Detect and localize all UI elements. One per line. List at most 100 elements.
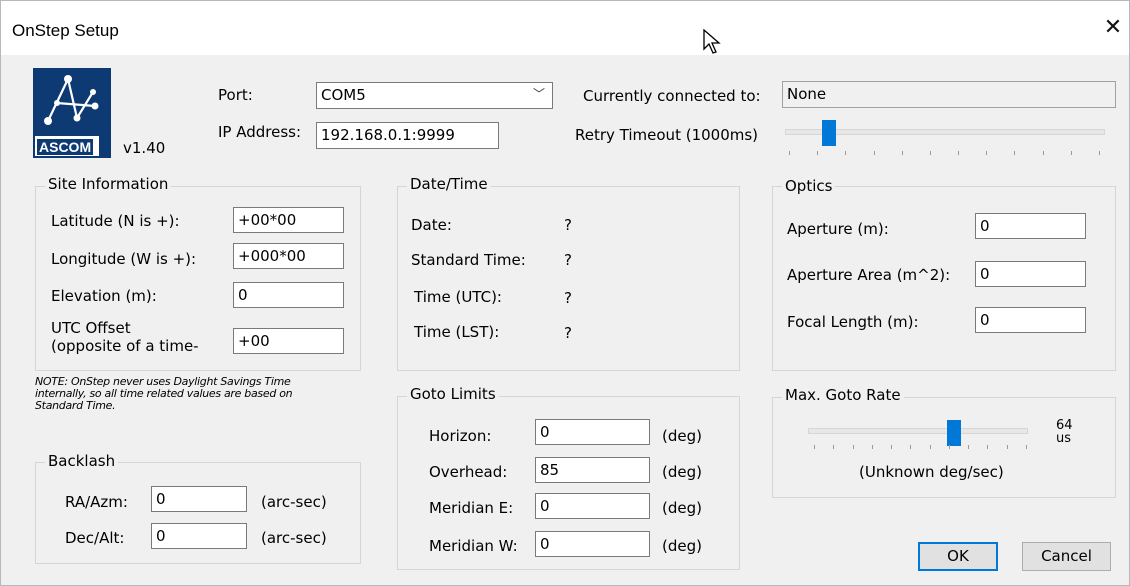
aperture-area-input[interactable]: 0	[975, 261, 1086, 287]
connected-to-label: Currently connected to:	[583, 87, 761, 105]
longitude-input[interactable]: +000*00	[233, 243, 344, 269]
slider-tick	[948, 445, 950, 449]
elevation-input[interactable]: 0	[233, 282, 344, 308]
dst-note: NOTE: OnStep never uses Daylight Savings…	[35, 376, 293, 412]
slider-tick	[910, 445, 912, 449]
meridian-e-label: Meridian E:	[429, 499, 514, 517]
slider-tick	[833, 445, 835, 449]
slider-tick	[1006, 445, 1008, 449]
aperture-label: Aperture (m):	[787, 220, 889, 238]
retry-timeout-slider-thumb[interactable]	[822, 120, 837, 146]
slider-tick	[929, 151, 931, 155]
slider-tick	[852, 445, 854, 449]
constellation-icon	[44, 75, 99, 125]
date-time-group	[397, 186, 740, 371]
overhead-unit: (deg)	[662, 463, 702, 481]
optics-title: Optics	[782, 177, 836, 195]
site-information-title: Site Information	[45, 175, 172, 193]
ip-address-label: IP Address:	[218, 123, 302, 141]
connected-to-value: None	[782, 81, 1116, 108]
ra-azm-input[interactable]: 0	[151, 486, 247, 512]
slider-tick	[1026, 445, 1027, 449]
slider-tick	[987, 445, 989, 449]
longitude-label: Longitude (W is +):	[51, 250, 197, 268]
slider-tick	[814, 445, 815, 449]
slider-tick	[817, 151, 819, 155]
ascom-logo: ASCOM	[33, 68, 111, 158]
overhead-input[interactable]: 85	[535, 457, 650, 483]
retry-timeout-slider[interactable]	[779, 117, 1109, 157]
slider-tick	[845, 151, 847, 155]
mouse-cursor-icon	[703, 29, 721, 54]
port-select[interactable]: COM5 ﹀	[316, 82, 553, 109]
slider-tick	[1070, 151, 1072, 155]
chevron-down-icon: ﹀	[532, 87, 545, 101]
slider-tick	[901, 151, 903, 155]
port-select-value: COM5	[321, 86, 366, 104]
date-value: ?	[564, 216, 572, 234]
slider-tick	[1014, 151, 1016, 155]
ascom-logo-text: ASCOM	[37, 139, 94, 155]
slider-tick	[929, 445, 931, 449]
aperture-area-label: Aperture Area (m^2):	[787, 266, 951, 284]
aperture-input[interactable]: 0	[975, 213, 1086, 239]
setup-dialog: OnStep Setup ✕ ASCOM v1.40 Port: COM5 ﹀ …	[0, 0, 1130, 586]
date-time-title: Date/Time	[407, 175, 491, 193]
goto-limits-title: Goto Limits	[407, 385, 499, 403]
dec-alt-label: Dec/Alt:	[65, 529, 125, 547]
ok-button[interactable]: OK	[918, 542, 998, 571]
slider-tick	[1099, 151, 1100, 155]
time-utc-value: ?	[564, 289, 572, 307]
cancel-button[interactable]: Cancel	[1022, 542, 1111, 571]
slider-tick	[873, 151, 875, 155]
slider-tick	[789, 151, 790, 155]
latitude-label: Latitude (N is +):	[51, 212, 180, 230]
overhead-label: Overhead:	[429, 463, 508, 481]
close-icon[interactable]: ✕	[1098, 13, 1128, 43]
time-utc-label: Time (UTC):	[414, 288, 502, 306]
time-lst-label: Time (LST):	[414, 323, 500, 341]
latitude-input[interactable]: +00*00	[233, 207, 344, 233]
dst-note-line-3: Standard Time.	[35, 399, 116, 412]
utc-offset-input[interactable]: +00	[233, 328, 344, 354]
version-label: v1.40	[123, 139, 166, 157]
max-goto-rate-title: Max. Goto Rate	[782, 386, 904, 404]
goto-rate-slider[interactable]	[804, 417, 1032, 457]
meridian-e-unit: (deg)	[662, 499, 702, 517]
meridian-w-unit: (deg)	[662, 537, 702, 555]
dec-alt-unit: (arc-sec)	[261, 529, 327, 547]
window-title: OnStep Setup	[12, 21, 119, 40]
meridian-e-input[interactable]: 0	[535, 493, 650, 519]
goto-rate-unit: us	[1056, 431, 1072, 446]
horizon-unit: (deg)	[662, 427, 702, 445]
backlash-title: Backlash	[45, 452, 119, 470]
port-label: Port:	[218, 86, 253, 104]
slider-tick	[986, 151, 988, 155]
date-label: Date:	[411, 216, 452, 234]
slider-tick	[1042, 151, 1044, 155]
retry-timeout-label: Retry Timeout (1000ms)	[575, 126, 759, 144]
goto-rate-status: (Unknown deg/sec)	[859, 463, 1004, 481]
utc-offset-sublabel: (opposite of a time-	[51, 337, 199, 355]
elevation-label: Elevation (m):	[51, 287, 157, 305]
title-bar: OnStep Setup ✕	[1, 1, 1129, 55]
utc-offset-label: UTC Offset	[51, 319, 131, 337]
meridian-w-label: Meridian W:	[429, 537, 518, 555]
slider-tick	[871, 445, 873, 449]
slider-tick	[968, 445, 970, 449]
goto-rate-slider-thumb[interactable]	[946, 420, 961, 446]
dec-alt-input[interactable]: 0	[151, 523, 247, 549]
slider-tick	[958, 151, 960, 155]
slider-tick	[891, 445, 893, 449]
standard-time-value: ?	[564, 251, 572, 269]
ra-azm-label: RA/Azm:	[65, 493, 128, 511]
standard-time-label: Standard Time:	[411, 251, 526, 269]
horizon-input[interactable]: 0	[535, 419, 650, 445]
ra-azm-unit: (arc-sec)	[261, 493, 327, 511]
ip-address-input[interactable]: 192.168.0.1:9999	[316, 122, 499, 149]
meridian-w-input[interactable]: 0	[535, 531, 650, 557]
focal-length-input[interactable]: 0	[975, 307, 1086, 333]
focal-length-label: Focal Length (m):	[787, 313, 919, 331]
horizon-label: Horizon:	[429, 427, 492, 445]
time-lst-value: ?	[564, 324, 572, 342]
